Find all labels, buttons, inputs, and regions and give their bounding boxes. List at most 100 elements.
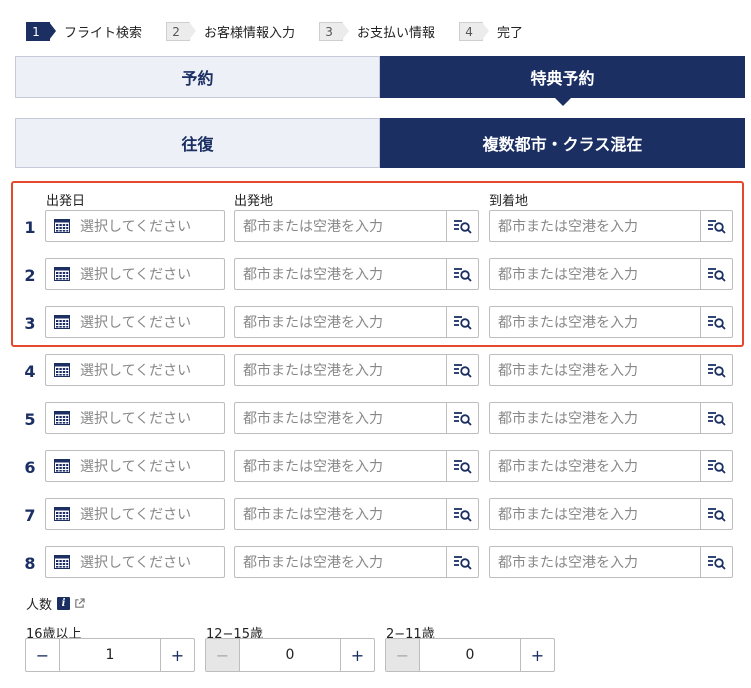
destination-placeholder: 都市または空港を入力 (498, 555, 638, 571)
adult-count[interactable]: 1 (60, 639, 160, 671)
segment-number: 4 (24, 362, 36, 381)
date-placeholder: 選択してください (80, 411, 192, 427)
date-placeholder: 選択してください (80, 507, 192, 523)
destination-input[interactable]: 都市または空港を入力 (489, 402, 733, 434)
origin-search-button[interactable] (446, 451, 478, 481)
step-number: 4 (459, 22, 490, 41)
passenger-title-label: 人数 (26, 598, 53, 613)
search-list-icon (453, 460, 472, 474)
step-number: 2 (166, 22, 197, 41)
departure-date-input[interactable]: 選択してください (45, 210, 225, 242)
origin-search-button[interactable] (446, 499, 478, 529)
destination-input[interactable]: 都市または空港を入力 (489, 258, 733, 290)
destination-placeholder: 都市または空港を入力 (498, 363, 638, 379)
search-list-icon (707, 556, 726, 570)
step-label: フライト検索 (64, 26, 143, 41)
youth-minus-button[interactable]: − (206, 639, 240, 671)
tab-multicity[interactable]: 複数都市・クラス混在 (380, 118, 745, 168)
tab-reserve[interactable]: 予約 (15, 56, 380, 98)
segment-row: 7 選択してください 都市または空港を入力 都市または空港を入力 (0, 498, 751, 532)
tab-award-reserve[interactable]: 特典予約 (380, 56, 745, 106)
passenger-title: 人数 i (26, 594, 85, 613)
destination-search-button[interactable] (700, 211, 732, 241)
departure-date-input[interactable]: 選択してください (45, 546, 225, 578)
child-stepper: − 0 + (385, 638, 555, 672)
search-list-icon (453, 364, 472, 378)
segment-number: 5 (24, 410, 36, 429)
origin-search-button[interactable] (446, 355, 478, 385)
trip-type-tabs: 往復 複数都市・クラス混在 (15, 118, 745, 168)
calendar-icon (54, 219, 70, 233)
tab-roundtrip[interactable]: 往復 (15, 118, 380, 168)
origin-input[interactable]: 都市または空港を入力 (234, 546, 479, 578)
destination-search-button[interactable] (700, 547, 732, 577)
departure-date-input[interactable]: 選択してください (45, 306, 225, 338)
origin-search-button[interactable] (446, 307, 478, 337)
destination-search-button[interactable] (700, 451, 732, 481)
origin-placeholder: 都市または空港を入力 (243, 267, 383, 283)
destination-input[interactable]: 都市または空港を入力 (489, 306, 733, 338)
origin-input[interactable]: 都市または空港を入力 (234, 210, 479, 242)
column-header-destination: 到着地 (489, 194, 529, 209)
external-link-icon[interactable] (74, 598, 85, 609)
calendar-icon (54, 507, 70, 521)
origin-search-button[interactable] (446, 403, 478, 433)
info-icon[interactable]: i (57, 597, 71, 610)
youth-count[interactable]: 0 (240, 639, 340, 671)
child-count[interactable]: 0 (420, 639, 520, 671)
origin-input[interactable]: 都市または空港を入力 (234, 498, 479, 530)
origin-placeholder: 都市または空港を入力 (243, 459, 383, 475)
search-list-icon (453, 412, 472, 426)
destination-placeholder: 都市または空港を入力 (498, 267, 638, 283)
origin-input[interactable]: 都市または空港を入力 (234, 402, 479, 434)
destination-input[interactable]: 都市または空港を入力 (489, 546, 733, 578)
child-minus-button[interactable]: − (386, 639, 420, 671)
departure-date-input[interactable]: 選択してください (45, 402, 225, 434)
adult-minus-button[interactable]: − (26, 639, 60, 671)
segment-row: 6 選択してください 都市または空港を入力 都市または空港を入力 (0, 450, 751, 484)
destination-placeholder: 都市または空港を入力 (498, 219, 638, 235)
youth-plus-button[interactable]: + (340, 639, 374, 671)
step-payment-info: 3 お支払い情報 (319, 22, 435, 41)
origin-input[interactable]: 都市または空港を入力 (234, 354, 479, 386)
destination-search-button[interactable] (700, 259, 732, 289)
child-plus-button[interactable]: + (520, 639, 554, 671)
destination-input[interactable]: 都市または空港を入力 (489, 450, 733, 482)
destination-placeholder: 都市または空港を入力 (498, 459, 638, 475)
segment-number: 7 (24, 506, 36, 525)
search-list-icon (453, 268, 472, 282)
calendar-icon (54, 555, 70, 569)
departure-date-input[interactable]: 選択してください (45, 450, 225, 482)
departure-date-input[interactable]: 選択してください (45, 258, 225, 290)
progress-steps: 1 フライト検索 2 お客様情報入力 3 お支払い情報 4 完了 (26, 22, 547, 41)
adult-plus-button[interactable]: + (160, 639, 194, 671)
destination-search-button[interactable] (700, 355, 732, 385)
origin-input[interactable]: 都市または空港を入力 (234, 450, 479, 482)
search-list-icon (453, 316, 472, 330)
origin-placeholder: 都市または空港を入力 (243, 411, 383, 427)
destination-input[interactable]: 都市または空港を入力 (489, 354, 733, 386)
step-flight-search: 1 フライト検索 (26, 22, 142, 41)
origin-input[interactable]: 都市または空港を入力 (234, 306, 479, 338)
origin-placeholder: 都市または空港を入力 (243, 315, 383, 331)
calendar-icon (54, 363, 70, 377)
date-placeholder: 選択してください (80, 219, 192, 235)
destination-search-button[interactable] (700, 499, 732, 529)
origin-placeholder: 都市または空港を入力 (243, 555, 383, 571)
destination-input[interactable]: 都市または空港を入力 (489, 210, 733, 242)
destination-search-button[interactable] (700, 307, 732, 337)
destination-search-button[interactable] (700, 403, 732, 433)
origin-input[interactable]: 都市または空港を入力 (234, 258, 479, 290)
origin-search-button[interactable] (446, 211, 478, 241)
segment-number: 2 (24, 266, 36, 285)
departure-date-input[interactable]: 選択してください (45, 498, 225, 530)
origin-search-button[interactable] (446, 547, 478, 577)
origin-search-button[interactable] (446, 259, 478, 289)
origin-placeholder: 都市または空港を入力 (243, 363, 383, 379)
step-label: お客様情報入力 (204, 26, 296, 41)
destination-placeholder: 都市または空港を入力 (498, 411, 638, 427)
destination-input[interactable]: 都市または空港を入力 (489, 498, 733, 530)
calendar-icon (54, 267, 70, 281)
column-header-date: 出発日 (46, 194, 86, 209)
departure-date-input[interactable]: 選択してください (45, 354, 225, 386)
